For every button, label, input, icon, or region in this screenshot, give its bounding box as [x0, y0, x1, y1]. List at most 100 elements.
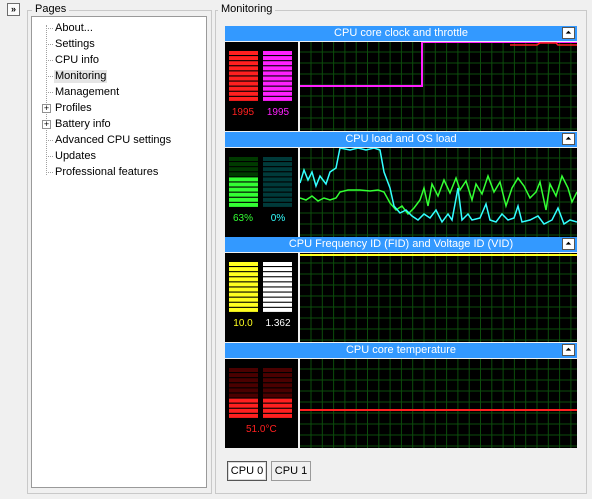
meter-segment — [263, 202, 292, 207]
meter-segment — [229, 383, 258, 388]
monitoring-group-title: Monitoring — [218, 3, 276, 15]
load-graph — [300, 148, 577, 237]
meter-segment — [263, 307, 292, 312]
meter-value: 51.0°C — [246, 424, 277, 435]
meter-segment — [229, 172, 258, 177]
cpu-load-trace — [300, 173, 577, 216]
graph-plot — [300, 359, 577, 448]
meter-segment — [229, 197, 258, 202]
meter-segment — [229, 96, 258, 101]
expand-profiles-icon[interactable]: + — [42, 104, 51, 113]
meter-segment — [263, 71, 292, 76]
expand-battery-info-icon[interactable]: + — [42, 120, 51, 129]
meter-segment — [229, 192, 258, 197]
meter-segment — [229, 202, 258, 207]
meter-segment — [263, 373, 292, 378]
throttle-trace — [510, 42, 577, 46]
meter-segment — [229, 307, 258, 312]
fid-vid-meter: 10.0 1.362 — [225, 253, 298, 342]
tree-item-battery-info[interactable]: Battery info — [54, 118, 112, 131]
meter-segment — [263, 383, 292, 388]
meter-segment — [229, 162, 258, 167]
collapse-sidebar-button[interactable]: » — [7, 3, 20, 16]
meter-segment — [229, 408, 258, 413]
meter-segment — [263, 408, 292, 413]
meter-segment — [229, 373, 258, 378]
tree-item-cpu-info[interactable]: CPU info — [54, 54, 100, 67]
meter-segment — [263, 91, 292, 96]
meter-segment — [229, 292, 258, 297]
meter-segment — [263, 297, 292, 302]
meter-value: 0% — [270, 213, 286, 224]
tree-item-about[interactable]: About... — [54, 22, 94, 35]
meter-segment — [263, 398, 292, 403]
tree-item-monitoring[interactable]: Monitoring — [54, 70, 108, 83]
meter-segment — [229, 277, 258, 282]
meter-segment — [229, 91, 258, 96]
panel-title: CPU core temperature — [345, 344, 457, 356]
meter-value: 63% — [232, 213, 253, 224]
tree-item-professional-features[interactable]: Professional features — [54, 166, 159, 179]
collapse-up-icon[interactable]: ⏶ — [562, 27, 575, 39]
panel-title: CPU load and OS load — [345, 133, 457, 145]
meter-segment — [229, 157, 258, 161]
meter-segment — [229, 51, 258, 55]
panel-title: CPU core clock and throttle — [334, 27, 468, 39]
cpu-1-tab[interactable]: CPU 1 — [271, 461, 311, 481]
meter-segment — [229, 177, 258, 182]
meter-segment — [229, 287, 258, 292]
meter-segment — [229, 297, 258, 302]
clock-meter: 1995 1995 — [225, 42, 298, 131]
meter-segment — [263, 96, 292, 101]
tree-item-management[interactable]: Management — [54, 86, 120, 99]
meter-segment — [229, 86, 258, 91]
meter-segment — [263, 287, 292, 292]
meter-segment — [263, 61, 292, 66]
tree-item-settings[interactable]: Settings — [54, 38, 96, 51]
panel-header-fid-vid: CPU Frequency ID (FID) and Voltage ID (V… — [225, 237, 577, 252]
clock-graph — [300, 42, 577, 131]
tree-connector — [46, 28, 53, 29]
meter-segment — [263, 86, 292, 91]
meter-segment — [263, 393, 292, 398]
tree-connector — [46, 25, 47, 175]
meter-segment — [263, 197, 292, 202]
meter-value: 1995 — [266, 107, 290, 118]
pages-group-title: Pages — [32, 3, 70, 15]
meter-segment — [263, 403, 292, 408]
meter-value: 1.362 — [265, 318, 291, 329]
meter-segment — [263, 162, 292, 167]
tree-item-updates[interactable]: Updates — [54, 150, 97, 163]
meter-segment — [263, 302, 292, 307]
meter-segment — [229, 388, 258, 393]
meter-segment — [263, 192, 292, 197]
meter-segment — [263, 187, 292, 192]
meter-segment — [229, 81, 258, 86]
meter-segment — [263, 282, 292, 287]
meter-segment — [263, 378, 292, 383]
meter-segment — [229, 66, 258, 71]
meter-segment — [229, 378, 258, 383]
meter-segment — [229, 272, 258, 277]
meter-segment — [263, 66, 292, 71]
meter-segment — [263, 172, 292, 177]
meter-segment — [263, 177, 292, 182]
meter-segment — [263, 157, 292, 161]
meter-segment — [229, 413, 258, 418]
meter-segment — [229, 282, 258, 287]
collapse-up-icon[interactable]: ⏶ — [562, 238, 575, 250]
pages-tree[interactable]: About... Settings CPU info Monitoring Ma… — [31, 16, 207, 488]
tree-item-advanced-cpu-settings[interactable]: Advanced CPU settings — [54, 134, 172, 147]
meter-value: 10.0 — [233, 318, 253, 329]
tree-connector — [46, 60, 53, 61]
meter-segment — [263, 413, 292, 418]
meter-value: 1995 — [231, 107, 255, 118]
tree-item-profiles[interactable]: Profiles — [54, 102, 93, 115]
meter-segment — [263, 388, 292, 393]
fid-vid-graph — [300, 253, 577, 342]
cpu-0-tab[interactable]: CPU 0 — [227, 461, 267, 481]
collapse-up-icon[interactable]: ⏶ — [562, 344, 575, 356]
panel-header-clock: CPU core clock and throttle ⏶ — [225, 26, 577, 41]
collapse-up-icon[interactable]: ⏶ — [562, 133, 575, 145]
tree-connector — [46, 76, 53, 77]
